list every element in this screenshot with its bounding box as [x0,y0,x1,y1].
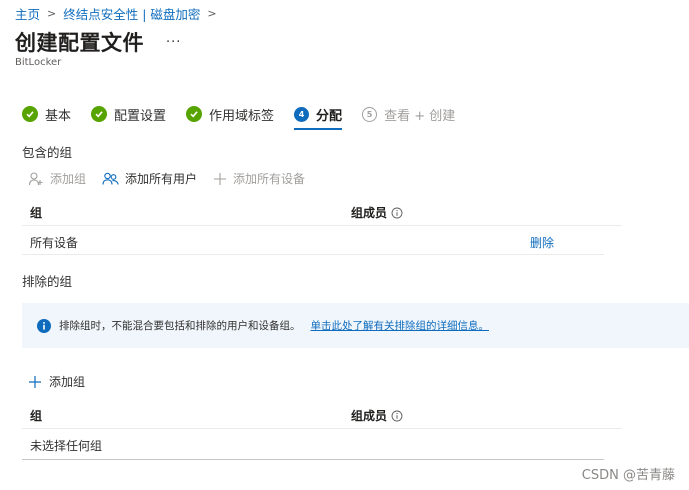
step-number: 4 [294,106,310,122]
step-label: 作用域标签 [209,108,275,124]
divider [22,459,604,460]
step-label: 配置设置 [114,108,167,124]
add-excluded-group-button[interactable]: 添加组 [28,373,85,390]
column-header-members: 组成员 [351,204,403,221]
breadcrumb-home[interactable]: 主页 [15,4,40,23]
step-label: 分配 [316,108,343,124]
info-filled-icon [37,318,51,333]
wizard-steps: 基本 配置设置 作用域标签 4 分配 5 查看 + 创建 [22,103,475,130]
column-header-group: 组 [30,409,43,423]
breadcrumb-disk-encryption[interactable]: 终结点安全性 | 磁盘加密 [63,4,200,23]
add-all-users-label: 添加所有用户 [125,172,198,186]
more-options-button[interactable]: ··· [166,35,181,50]
learn-more-link[interactable]: 单击此处了解有关排除组的详细信息。 [311,318,490,333]
add-group-button[interactable]: 添加组 [28,170,86,187]
checkmark-icon [91,106,108,122]
empty-state-text: 未选择任何组 [30,439,103,453]
info-icon[interactable] [391,410,403,422]
person-add-icon [28,171,44,187]
banner-text: 排除组时，不能混合要包括和排除的用户和设备组。 [59,320,301,332]
group-name: 所有设备 [30,236,79,250]
step-basics[interactable]: 基本 [22,103,71,125]
empty-row: 未选择任何组 [22,429,622,458]
chevron-right-icon: > [47,7,57,20]
chevron-right-icon: > [207,7,217,20]
info-icon[interactable] [391,207,403,219]
add-all-devices-label: 添加所有设备 [233,172,306,186]
column-header-group: 组 [30,206,43,220]
step-scope-tags[interactable]: 作用域标签 [186,103,274,125]
column-header-members-label: 组成员 [351,409,388,423]
step-number: 5 [362,106,378,122]
people-icon [102,171,119,187]
step-review-create[interactable]: 5 查看 + 创建 [362,103,455,125]
checkmark-icon [22,106,38,122]
plus-icon [28,375,42,389]
add-group-label: 添加组 [49,375,86,389]
table-header: 组 组成员 [22,196,622,226]
checkmark-icon [186,106,203,122]
excluded-groups-table: 组 组成员 未选择任何组 [22,399,622,458]
column-header-members: 组成员 [351,407,403,424]
remove-link[interactable]: 删除 [530,234,554,251]
info-banner: 排除组时，不能混合要包括和排除的用户和设备组。 单击此处了解有关排除组的详细信息… [22,303,689,348]
add-all-users-button[interactable]: 添加所有用户 [102,170,197,187]
page-subtitle: BitLocker [15,57,62,68]
page-title: 创建配置文件 [15,31,144,55]
excluded-groups-heading: 排除的组 [22,274,73,289]
step-label: 查看 + 创建 [384,108,456,124]
included-groups-toolbar: 添加组 添加所有用户 添加所有设备 [28,170,321,187]
watermark: CSDN @苦青藤 [581,468,675,483]
step-label: 基本 [45,108,72,124]
add-all-devices-button[interactable]: 添加所有设备 [213,170,305,187]
breadcrumb: 主页 > 终结点安全性 | 磁盘加密 > [15,4,224,23]
table-row: 所有设备 删除 [22,226,604,255]
add-group-label: 添加组 [50,172,87,186]
plus-icon [213,172,227,186]
column-header-members-label: 组成员 [351,206,388,220]
included-groups-heading: 包含的组 [22,145,73,160]
included-groups-table: 组 组成员 所有设备 删除 [22,196,622,255]
title-row: 创建配置文件 ··· [15,27,181,57]
step-configuration-settings[interactable]: 配置设置 [91,103,166,125]
step-assignments[interactable]: 4 分配 [294,103,343,130]
table-header: 组 组成员 [22,399,622,429]
